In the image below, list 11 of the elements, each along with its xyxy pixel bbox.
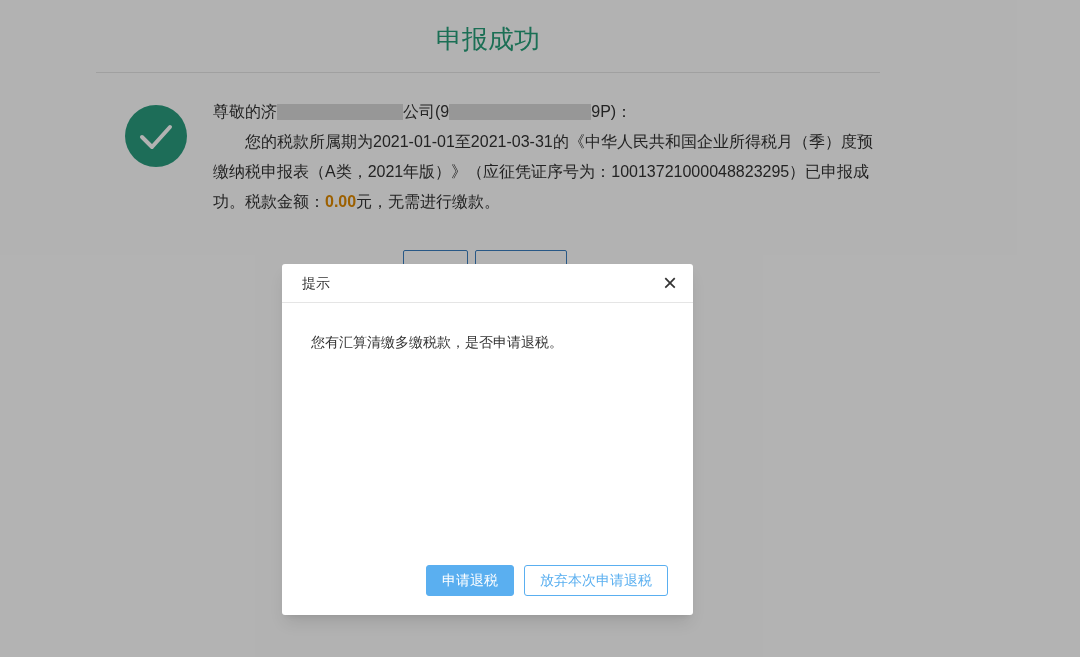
- apply-refund-button[interactable]: 申请退税: [426, 565, 514, 596]
- dialog-title: 提示: [302, 273, 330, 293]
- dialog-message: 您有汇算清缴多缴税款，是否申请退税。: [311, 333, 564, 352]
- greeting-text: 公司(9: [403, 102, 450, 122]
- greeting-text: 9P)：: [591, 102, 633, 122]
- close-button[interactable]: ×: [663, 271, 677, 295]
- success-message: 您的税款所属期为2021-01-01至2021-03-31的《中华人民共和国企业所得税月（季）度预缴纳税申报表（A类，2021年版）》（应征凭证序号为：10013721000048823295）已申报成功。税款金额：0.00元，无需进行缴款。: [213, 132, 874, 212]
- checkmark-icon: [124, 105, 187, 167]
- decline-button[interactable]: 放弃本次申请退税: [524, 565, 668, 596]
- page-title: 申报成功: [436, 22, 540, 56]
- greeting-text: 尊敬的济: [213, 102, 277, 122]
